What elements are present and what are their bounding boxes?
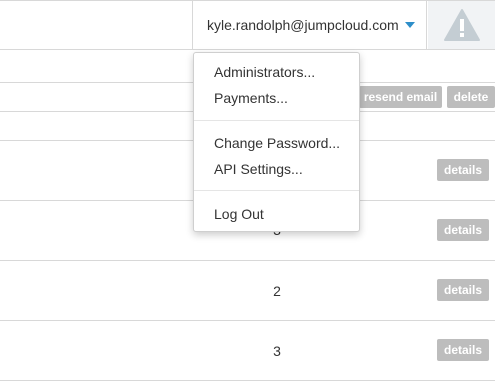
details-button[interactable]: details	[437, 339, 489, 361]
menu-item-administrators[interactable]: Administrators...	[214, 64, 315, 80]
row-count: 3	[273, 343, 281, 359]
row-divider	[0, 260, 495, 261]
details-button[interactable]: details	[437, 159, 489, 181]
user-dropdown-menu: Administrators... Payments... Change Pas…	[193, 52, 360, 232]
row-divider	[0, 380, 495, 381]
row-divider	[0, 320, 495, 321]
resend-email-button[interactable]: resend email	[359, 86, 442, 108]
caret-down-icon	[404, 22, 415, 28]
row-count: 2	[273, 283, 281, 299]
delete-button[interactable]: delete	[447, 86, 495, 108]
user-menu-toggle[interactable]: kyle.randolph@jumpcloud.com	[192, 0, 427, 50]
alerts-button[interactable]	[428, 1, 495, 49]
menu-divider	[194, 190, 359, 191]
menu-divider	[194, 120, 359, 121]
user-email: kyle.randolph@jumpcloud.com	[207, 17, 399, 33]
warning-icon	[443, 9, 480, 41]
menu-item-api-settings[interactable]: API Settings...	[214, 161, 303, 177]
menu-item-change-password[interactable]: Change Password...	[214, 135, 340, 151]
details-button[interactable]: details	[437, 279, 489, 301]
menu-item-log-out[interactable]: Log Out	[214, 206, 264, 222]
details-button[interactable]: details	[437, 219, 489, 241]
menu-item-payments[interactable]: Payments...	[214, 90, 288, 106]
